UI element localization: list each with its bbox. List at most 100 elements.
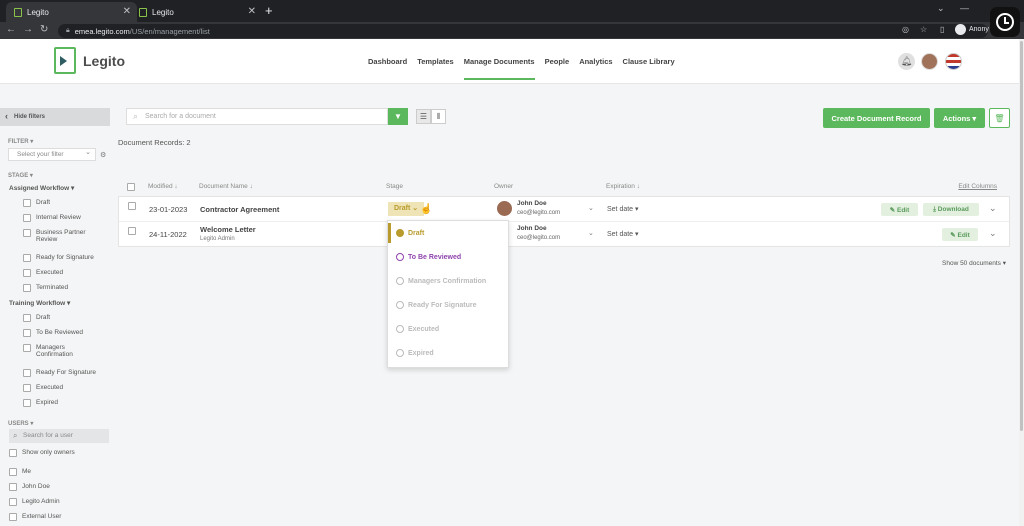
filter-icon[interactable]: ▼: [388, 108, 408, 125]
chevron-down-icon[interactable]: ⌄: [989, 203, 997, 214]
forward-icon[interactable]: →: [23, 24, 33, 35]
training-checkbox-draft[interactable]: Draft: [23, 314, 50, 322]
url-host: emea.legito.com: [74, 26, 130, 36]
col-document-name[interactable]: Document Name ↓: [199, 183, 253, 190]
chevron-down-icon[interactable]: ⌄: [989, 228, 997, 239]
training-checkbox-executed[interactable]: Executed: [23, 384, 63, 392]
grid-view-icon[interactable]: ⦀: [431, 109, 446, 124]
nav-templates[interactable]: Templates: [417, 57, 454, 80]
stage-checkbox-executed[interactable]: Executed: [23, 269, 63, 277]
training-checkbox-ready-for-signature[interactable]: Ready For Signature: [23, 369, 96, 377]
user-search-input[interactable]: Search for a user: [9, 429, 109, 443]
user-checkbox-john-doe[interactable]: John Doe: [9, 483, 50, 491]
edit-button[interactable]: ✎ Edit: [881, 203, 918, 216]
bell-icon[interactable]: 🔔︎: [898, 53, 915, 70]
reload-icon[interactable]: ↻: [40, 24, 48, 35]
tab-title: Legito: [27, 7, 49, 17]
us-flag-icon[interactable]: [945, 53, 962, 70]
close-icon[interactable]: ✕: [123, 6, 131, 17]
set-date-dropdown[interactable]: Set date ▾: [607, 205, 639, 213]
chevron-down-icon[interactable]: ⌄: [588, 229, 594, 237]
avatar[interactable]: [921, 53, 938, 70]
stage-section-title: STAGE ▾: [8, 173, 33, 179]
chevron-down-icon[interactable]: ⌄: [937, 3, 945, 14]
row-checkbox[interactable]: [128, 227, 136, 235]
new-tab-icon[interactable]: +: [265, 3, 273, 18]
document-name[interactable]: Welcome Letter: [200, 225, 256, 234]
profile-label: Anony: [969, 26, 989, 33]
user-checkbox-legito-admin[interactable]: Legito Admin: [9, 498, 60, 506]
document-search-input[interactable]: Search for a document: [126, 108, 388, 125]
lock-icon: 🔒︎: [66, 27, 70, 34]
stage-dropdown-trigger[interactable]: Draft ⌄: [388, 202, 425, 216]
actions-button[interactable]: Actions ▾: [934, 108, 985, 128]
sidepanel-icon[interactable]: ▯: [940, 25, 944, 34]
nav-analytics[interactable]: Analytics: [579, 57, 612, 80]
col-modified[interactable]: Modified ↓: [148, 183, 178, 190]
document-name[interactable]: Contractor Agreement: [200, 205, 279, 214]
close-icon[interactable]: ✕: [248, 6, 256, 17]
table-row[interactable]: 23-01-2023 Contractor Agreement Draft ⌄ …: [119, 197, 1009, 222]
create-document-record-button[interactable]: Create Document Record: [823, 108, 930, 128]
profile-button[interactable]: Anony: [955, 24, 989, 35]
select-all-checkbox[interactable]: [127, 183, 135, 191]
download-button[interactable]: ⤓ Download: [923, 203, 979, 216]
nav-manage-documents[interactable]: Manage Documents: [463, 57, 535, 80]
edit-columns-link[interactable]: Edit Columns: [958, 183, 997, 190]
stage-checkbox-internal-review[interactable]: Internal Review: [23, 214, 81, 222]
stage-option-expired[interactable]: Expired: [388, 343, 508, 363]
training-workflow-toggle[interactable]: Training Workflow ▾: [9, 299, 70, 307]
show-only-owners-checkbox[interactable]: Show only owners: [9, 449, 75, 457]
app-header: Legito Dashboard Templates Manage Docume…: [0, 39, 1020, 84]
training-checkbox-expired[interactable]: Expired: [23, 399, 58, 407]
stage-checkbox-draft[interactable]: Draft: [23, 199, 50, 207]
browser-tab-2[interactable]: Legito ✕: [131, 2, 262, 22]
edit-button[interactable]: ✎ Edit: [942, 228, 978, 241]
user-checkbox-me[interactable]: Me: [9, 468, 31, 476]
clock-icon[interactable]: [990, 7, 1020, 37]
set-date-dropdown[interactable]: Set date ▾: [607, 230, 639, 238]
gear-icon[interactable]: ⚙: [100, 151, 106, 159]
stage-option-ready-for-signature[interactable]: Ready For Signature: [388, 295, 508, 315]
back-icon[interactable]: ←: [6, 24, 16, 35]
stage-option-managers-confirmation[interactable]: Managers Confirmation: [388, 271, 508, 291]
stage-checkbox-business-partner-review[interactable]: Business Partner Review: [23, 229, 93, 243]
legito-logo[interactable]: Legito: [54, 47, 125, 74]
modified-date: 23-01-2023: [149, 205, 188, 214]
scrollbar[interactable]: [1019, 39, 1024, 526]
page-size-select[interactable]: Show 50 documents ▾: [942, 259, 1006, 267]
hand-cursor-icon: ☝: [420, 204, 433, 215]
avatar: [497, 201, 512, 216]
nav-people[interactable]: People: [545, 57, 570, 80]
training-checkbox-to-be-reviewed[interactable]: To Be Reviewed: [23, 329, 83, 337]
user-checkbox-external-user[interactable]: External User: [9, 513, 61, 521]
hide-filters-button[interactable]: Hide filters: [0, 108, 110, 126]
stage-dropdown-menu: Draft To Be Reviewed Managers Confirmati…: [387, 220, 509, 368]
assigned-workflow-toggle[interactable]: Assigned Workflow ▾: [9, 184, 74, 192]
minimize-icon[interactable]: —: [960, 3, 969, 13]
eye-off-icon[interactable]: ◎: [902, 25, 909, 34]
training-checkbox-managers-confirmation[interactable]: Managers Confirmation: [23, 344, 93, 358]
row-checkbox[interactable]: [128, 202, 136, 210]
stage-option-to-be-reviewed[interactable]: To Be Reviewed: [388, 247, 508, 267]
stage-checkbox-ready-for-signature[interactable]: Ready for Signature: [23, 254, 94, 262]
nav-clause-library[interactable]: Clause Library: [623, 57, 675, 80]
legito-favicon-icon: [139, 7, 147, 17]
browser-tab-1[interactable]: Legito ✕: [6, 2, 137, 22]
trash-icon[interactable]: 🗑︎: [989, 108, 1010, 128]
tab-title: Legito: [152, 7, 174, 17]
nav-dashboard[interactable]: Dashboard: [368, 57, 407, 80]
filter-section-title: FILTER ▾: [8, 139, 34, 145]
star-icon[interactable]: ☆: [920, 25, 927, 34]
owner-email: ceo@legito.com: [517, 210, 561, 216]
table-row[interactable]: 24-11-2022 Welcome Letter Legito Admin J…: [119, 222, 1009, 247]
stage-option-executed[interactable]: Executed: [388, 319, 508, 339]
owner-name: John Doe: [517, 200, 547, 207]
filter-select[interactable]: Select your filter: [8, 147, 96, 161]
stage-option-draft[interactable]: Draft: [388, 223, 508, 243]
stage-checkbox-terminated[interactable]: Terminated: [23, 284, 68, 292]
list-view-icon[interactable]: ☰: [416, 109, 431, 124]
chevron-down-icon[interactable]: ⌄: [588, 204, 594, 212]
url-input[interactable]: 🔒︎ emea.legito.com/US/en/management/list: [58, 24, 988, 38]
col-expiration[interactable]: Expiration ↓: [606, 183, 640, 190]
